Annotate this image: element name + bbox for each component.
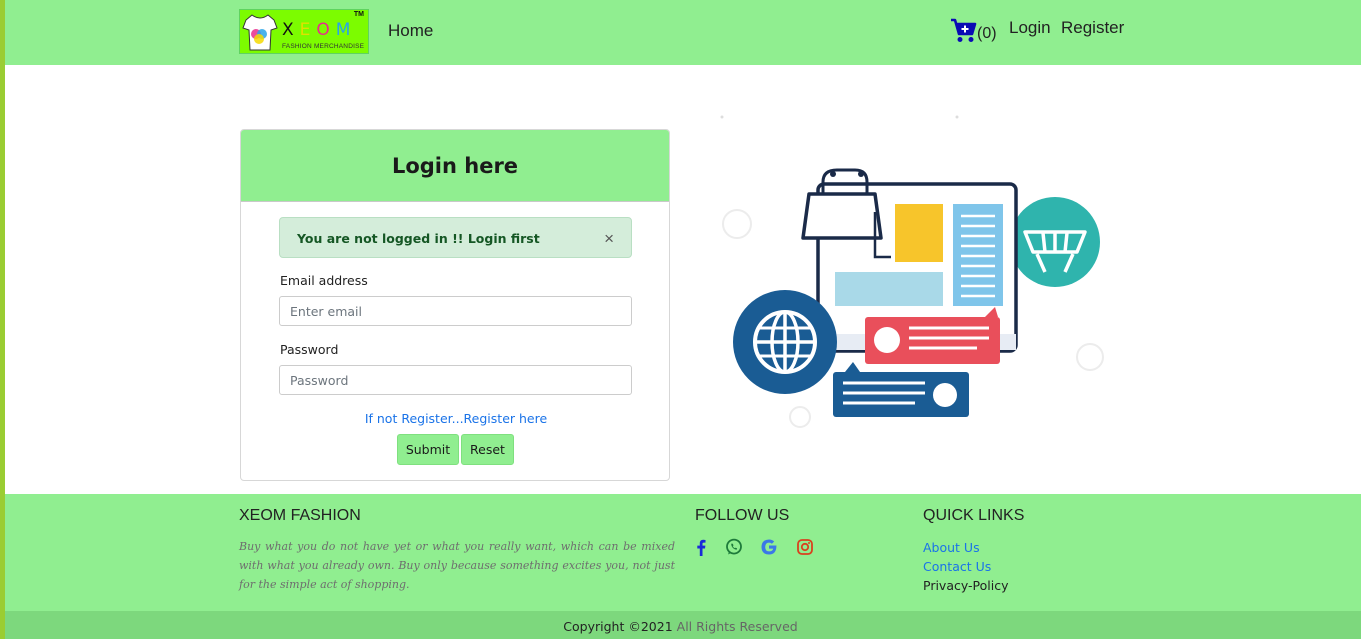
password-label: Password bbox=[280, 342, 339, 357]
brand-name: XEOM bbox=[282, 20, 357, 40]
submit-button[interactable]: Submit bbox=[397, 434, 459, 465]
footer-brand-title: XEOM FASHION bbox=[239, 507, 361, 524]
footer-description: Buy what you do not have yet or what you… bbox=[239, 540, 675, 591]
follow-us-title: FOLLOW US bbox=[695, 507, 790, 524]
contact-us-link[interactable]: Contact Us bbox=[923, 559, 991, 574]
privacy-policy-link[interactable]: Privacy-Policy bbox=[923, 578, 1009, 593]
instagram-icon[interactable] bbox=[795, 537, 815, 557]
rights-reserved: All Rights Reserved bbox=[676, 619, 798, 634]
online-shopping-illustration bbox=[720, 115, 1104, 428]
quick-links-title: QUICK LINKS bbox=[923, 507, 1025, 524]
nav-register-link[interactable]: Register bbox=[1061, 18, 1124, 38]
whatsapp-icon[interactable] bbox=[724, 537, 744, 557]
alert-message: You are not logged in !! Login first bbox=[297, 231, 540, 246]
nav-home-link[interactable]: Home bbox=[388, 21, 433, 41]
password-field[interactable] bbox=[279, 365, 632, 395]
cart-plus-icon bbox=[951, 18, 977, 42]
email-label: Email address bbox=[280, 273, 368, 288]
copyright-year: Copyright ©2021 bbox=[563, 619, 673, 634]
cart-count: (0) bbox=[977, 25, 997, 42]
copyright-text: Copyright ©2021 All Rights Reserved bbox=[0, 619, 1361, 634]
email-field[interactable] bbox=[279, 296, 632, 326]
login-title: Login here bbox=[391, 153, 519, 178]
trademark-mark: TM bbox=[353, 11, 364, 18]
google-icon[interactable] bbox=[759, 537, 779, 557]
page: XEOM FASHION MERCHANDISE TM Home (0) Log… bbox=[0, 0, 1361, 639]
brand-logo[interactable]: XEOM FASHION MERCHANDISE TM bbox=[239, 9, 369, 54]
login-card: Login here You are not logged in !! Logi… bbox=[240, 129, 670, 481]
facebook-icon[interactable] bbox=[691, 537, 711, 557]
reset-button[interactable]: Reset bbox=[461, 434, 514, 465]
tshirt-logo-icon bbox=[242, 14, 278, 51]
alert-close-icon[interactable]: × bbox=[604, 229, 614, 249]
login-card-header: Login here bbox=[241, 130, 669, 202]
nav-login-link[interactable]: Login bbox=[1009, 18, 1051, 38]
copyright-bar: Copyright ©2021 All Rights Reserved bbox=[0, 611, 1361, 639]
left-edge-bar bbox=[0, 0, 5, 639]
register-link[interactable]: If not Register...Register here bbox=[241, 411, 671, 426]
cart-link[interactable]: (0) bbox=[950, 18, 997, 44]
navbar: XEOM FASHION MERCHANDISE TM Home (0) Log… bbox=[0, 0, 1361, 65]
footer: XEOM FASHION Buy what you do not have ye… bbox=[0, 494, 1361, 611]
about-us-link[interactable]: About Us bbox=[923, 540, 980, 555]
brand-tagline: FASHION MERCHANDISE bbox=[282, 43, 365, 50]
login-required-alert: You are not logged in !! Login first × bbox=[279, 217, 632, 258]
